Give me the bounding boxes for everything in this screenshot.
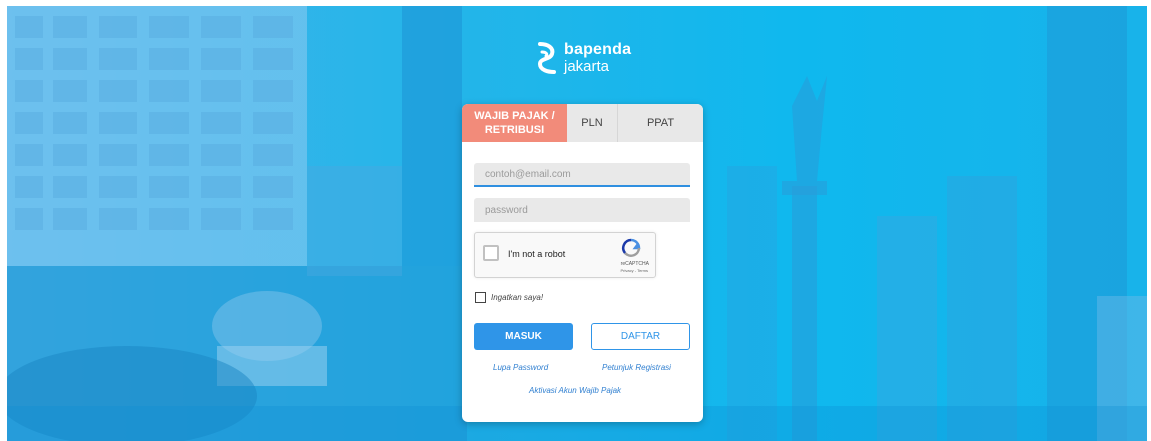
login-card: WAJIB PAJAK / RETRIBUSI PLN PPAT I'm not…: [462, 104, 703, 422]
login-button[interactable]: MASUK: [474, 323, 573, 350]
bapenda-s-logo-icon: [537, 42, 556, 74]
brand-name-line2: jakarta: [564, 57, 610, 75]
tab-ppat[interactable]: PPAT: [618, 104, 703, 142]
password-field[interactable]: [474, 198, 690, 222]
tab-pln[interactable]: PLN: [567, 104, 618, 142]
recaptcha-icon: [622, 238, 641, 257]
email-field[interactable]: [474, 163, 690, 187]
recaptcha-brand: reCAPTCHA: [620, 261, 649, 267]
remember-me: Ingatkan saya!: [475, 292, 543, 303]
registration-guide-link[interactable]: Petunjuk Registrasi: [602, 363, 671, 372]
remember-me-checkbox[interactable]: [475, 292, 486, 303]
recaptcha-widget: I'm not a robot reCAPTCHA Privacy - Term…: [474, 232, 656, 278]
tab-wajib-pajak-retribusi[interactable]: WAJIB PAJAK / RETRIBUSI: [462, 104, 567, 142]
brand-name: bapenda jakarta: [564, 40, 632, 75]
brand-logo: bapenda jakarta: [536, 36, 646, 80]
register-button[interactable]: DAFTAR: [591, 323, 690, 350]
brand-name-line1: bapenda: [564, 40, 632, 58]
activate-account-link[interactable]: Aktivasi Akun Wajib Pajak: [529, 386, 621, 395]
forgot-password-link[interactable]: Lupa Password: [493, 363, 548, 372]
recaptcha-links[interactable]: Privacy - Terms: [621, 268, 648, 273]
remember-me-label: Ingatkan saya!: [491, 293, 544, 302]
recaptcha-checkbox[interactable]: [483, 245, 499, 261]
recaptcha-label: I'm not a robot: [508, 249, 566, 259]
login-tabs: WAJIB PAJAK / RETRIBUSI PLN PPAT: [462, 104, 703, 142]
